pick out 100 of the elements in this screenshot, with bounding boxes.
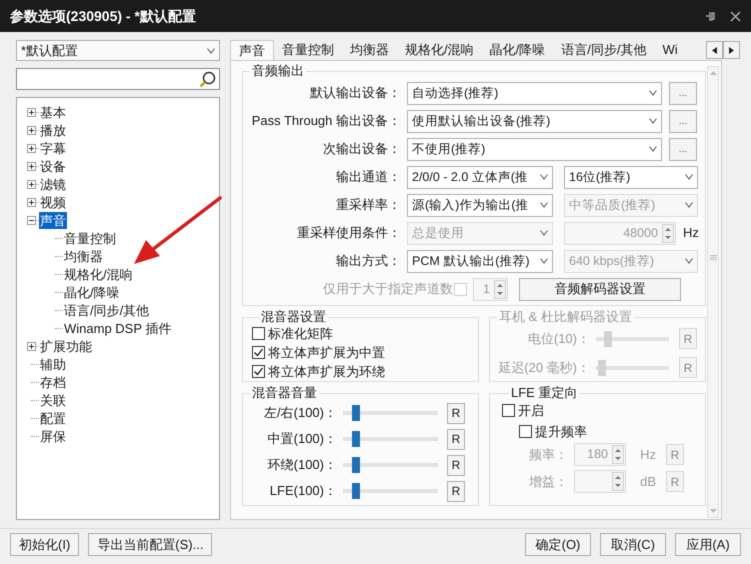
field-label: Pass Through 输出设备： — [250, 112, 401, 130]
tree-item[interactable]: 规格化/混响 — [63, 266, 134, 282]
chevron-down-icon — [540, 202, 548, 208]
profile-dropdown[interactable]: *默认配置 — [16, 40, 220, 61]
dropdown[interactable]: 使用默认输出设备(推荐) — [407, 110, 662, 132]
tab[interactable]: 均衡器 — [342, 41, 397, 60]
tab[interactable]: 晶化/降噪 — [482, 41, 554, 60]
tree-item[interactable]: Winamp DSP 插件 — [63, 320, 172, 336]
tab[interactable]: Wi — [654, 41, 686, 60]
check-icon — [253, 366, 264, 377]
expand-icon[interactable] — [27, 144, 36, 152]
tree-item[interactable]: 扩展功能 — [39, 338, 93, 354]
export-button[interactable]: 导出当前配置(S)... — [88, 533, 212, 556]
field-label: 中置(100)： — [266, 430, 337, 448]
unit-label: Hz — [639, 446, 656, 464]
right-arrow-icon — [729, 46, 734, 54]
tree-item[interactable]: 晶化/降噪 — [63, 284, 121, 300]
dropdown[interactable]: 2/0/0 - 2.0 立体声(推 — [407, 166, 553, 188]
tree-item[interactable]: 视频 — [39, 194, 67, 210]
reset-button[interactable]: R — [447, 454, 465, 476]
slider-thumb[interactable] — [352, 457, 360, 473]
tree-item[interactable]: 字幕 — [39, 140, 67, 156]
tree-item[interactable]: 音量控制 — [63, 230, 117, 246]
ok-button[interactable]: 确定(O) — [525, 533, 591, 556]
tree-item[interactable]: 配置 — [39, 410, 67, 426]
spin-arrows-icon[interactable] — [494, 280, 506, 298]
group-title: 耳机 & 杜比解码器设置 — [498, 310, 633, 324]
slider-thumb[interactable] — [352, 431, 360, 447]
slider-thumb[interactable] — [352, 483, 360, 499]
field-label: 频率： — [528, 446, 568, 464]
tab-scroll-left-button[interactable] — [706, 41, 723, 59]
tree-item[interactable]: 关联 — [39, 392, 67, 408]
collapse-icon[interactable] — [27, 216, 36, 224]
dropdown[interactable]: 源(输入)作为输出(推 — [407, 194, 553, 216]
expand-icon[interactable] — [27, 162, 36, 170]
expand-icon[interactable] — [27, 108, 36, 116]
expand-icon[interactable] — [27, 342, 36, 350]
tree-item[interactable]: 辅助 — [39, 356, 67, 372]
group-title: 混音器设置 — [260, 310, 327, 324]
close-icon[interactable] — [730, 10, 741, 22]
search-icon[interactable] — [199, 70, 216, 88]
cancel-button[interactable]: 取消(C) — [600, 533, 666, 556]
tab[interactable]: 音量控制 — [274, 41, 342, 60]
reset-button[interactable]: R — [447, 402, 465, 424]
expand-icon[interactable] — [27, 198, 36, 206]
expand-icon[interactable] — [27, 180, 36, 188]
tree-item[interactable]: 声音 — [39, 212, 67, 228]
chevron-down-icon — [649, 90, 657, 96]
dropdown[interactable]: PCM 默认输出(推荐) — [407, 250, 553, 272]
slider[interactable] — [343, 431, 438, 447]
checkbox-option[interactable]: 将立体声扩展为中置 — [252, 343, 478, 362]
down-arrow-icon — [710, 509, 716, 513]
tree-item[interactable]: 播放 — [39, 122, 67, 138]
field-label: 重采样率： — [335, 196, 401, 214]
field-label: 电位(10)： — [526, 330, 590, 348]
expand-icon[interactable] — [27, 126, 36, 134]
pin-icon[interactable] — [704, 10, 716, 22]
more-button[interactable]: ... — [669, 110, 697, 132]
slider-thumb[interactable] — [352, 405, 360, 421]
slider[interactable] — [343, 483, 438, 499]
tree-item[interactable]: 设备 — [39, 158, 67, 174]
scrollbar[interactable] — [707, 66, 719, 518]
checkbox-option[interactable]: 开启 — [502, 401, 705, 420]
tab[interactable]: 语言/同步/其他 — [553, 41, 654, 60]
field-label: 增益： — [528, 472, 568, 491]
chevron-down-icon — [540, 230, 548, 236]
tree-item[interactable]: 均衡器 — [63, 248, 104, 264]
tree-item[interactable]: 屏保 — [39, 428, 67, 444]
tab[interactable]: 声音 — [230, 40, 274, 60]
checkbox-option[interactable]: 提升频率 — [519, 422, 705, 441]
dropdown[interactable]: 不使用(推荐) — [407, 138, 662, 160]
reset-defaults-button[interactable]: 初始化(I) — [10, 533, 80, 556]
tree-item[interactable]: 存档 — [39, 374, 67, 390]
chevron-down-icon — [685, 174, 693, 180]
checkbox-option[interactable]: 标准化矩阵 — [252, 324, 478, 343]
field-label: 重采样使用条件： — [296, 224, 401, 242]
apply-button[interactable]: 应用(A) — [675, 533, 741, 556]
field-label: 输出方式： — [335, 252, 401, 270]
chevron-down-icon — [649, 118, 657, 124]
left-arrow-icon — [712, 46, 717, 54]
tree-item[interactable]: 基本 — [39, 104, 67, 120]
slider[interactable] — [343, 457, 438, 473]
field-label: 左/右(100)： — [263, 404, 337, 422]
unit-label: dB — [639, 472, 656, 491]
group-title: 混音器音量 — [251, 386, 318, 400]
tab-scroll-right-button[interactable] — [723, 41, 740, 59]
tree-item[interactable]: 滤镜 — [39, 176, 67, 192]
tab[interactable]: 规格化/混响 — [397, 41, 482, 60]
reset-button[interactable]: R — [447, 428, 465, 450]
chevron-down-icon — [685, 258, 693, 264]
search-field[interactable] — [16, 68, 220, 90]
chevron-down-icon — [540, 174, 548, 180]
checkbox-option[interactable]: 将立体声扩展为环绕 — [252, 362, 478, 381]
dropdown[interactable]: 自动选择(推荐) — [407, 82, 662, 104]
dropdown[interactable]: 16位(推荐) — [564, 166, 698, 188]
more-button[interactable]: ... — [669, 138, 697, 160]
more-button[interactable]: ... — [669, 82, 697, 104]
tree-item[interactable]: 语言/同步/其他 — [63, 302, 150, 318]
reset-button[interactable]: R — [447, 480, 465, 502]
slider[interactable] — [343, 405, 438, 421]
